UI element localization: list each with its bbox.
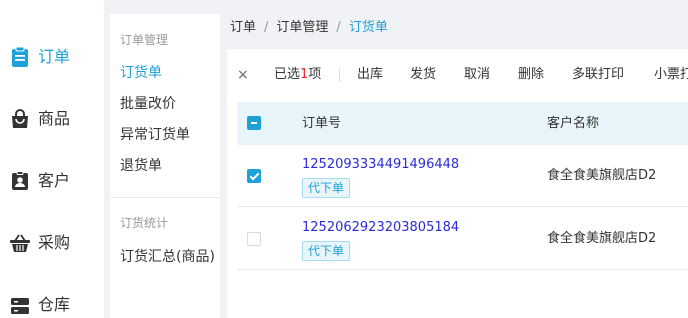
multi-print-button[interactable]: 多联打印 — [572, 61, 624, 89]
sub-nav-item-order-list[interactable]: 订货单 — [120, 63, 216, 83]
ship-button[interactable]: 发货 — [410, 61, 436, 89]
customer-name: 食全食美旗舰店D2 — [547, 168, 657, 183]
sub-nav-item-abnormal-orders[interactable]: 异常订货单 — [120, 125, 216, 145]
table-row: 1252062923203805184 代下单 食全食美旗舰店D2 — [237, 208, 688, 270]
column-header-customer: 客户名称 — [547, 116, 600, 131]
sub-nav-group-title: 订货统计 — [120, 216, 169, 230]
main-nav-label: 仓库 — [38, 295, 71, 314]
main-nav-item-orders[interactable]: 订单 — [0, 37, 104, 77]
selected-prefix: 已选 — [274, 67, 301, 82]
toolbar-divider — [339, 68, 340, 82]
table-row: 1252093334491496448 代下单 食全食美旗舰店D2 — [237, 145, 688, 207]
contact-card-icon — [12, 171, 28, 190]
proxy-order-badge: 代下单 — [302, 178, 351, 198]
content-panel: × 已选1项 出库 发货 取消 删除 多联打印 小票打印 订单号 客户名称 12… — [227, 49, 688, 318]
sub-nav-group-title: 订单管理 — [120, 33, 169, 47]
shopping-bag-icon — [12, 109, 28, 128]
selected-count-text: 已选1项 — [274, 61, 321, 89]
main-nav-label: 客户 — [38, 171, 71, 190]
main-nav-item-products[interactable]: 商品 — [0, 99, 104, 139]
breadcrumb-current: 订货单 — [348, 20, 388, 35]
customer-name: 食全食美旗舰店D2 — [547, 231, 657, 246]
main-nav-label: 采购 — [38, 233, 71, 252]
main-nav-item-customers[interactable]: 客户 — [0, 161, 104, 201]
stock-out-button[interactable]: 出库 — [357, 61, 383, 89]
select-all-checkbox[interactable] — [247, 116, 261, 130]
breadcrumb: 订单 / 订单管理 / 订货单 — [230, 18, 388, 38]
row-checkbox[interactable] — [247, 169, 261, 183]
breadcrumb-item[interactable]: 订单 — [230, 20, 256, 35]
selected-suffix: 项 — [308, 67, 322, 82]
sub-nav-item-returns[interactable]: 退货单 — [120, 156, 216, 176]
close-icon[interactable]: × — [237, 61, 249, 89]
receipt-print-button[interactable]: 小票打印 — [654, 61, 688, 89]
row-checkbox[interactable] — [247, 232, 261, 246]
column-header-order-no: 订单号 — [302, 116, 342, 131]
batch-toolbar: × 已选1项 出库 发货 取消 删除 多联打印 小票打印 — [227, 61, 688, 89]
breadcrumb-separator: / — [336, 20, 341, 35]
warehouse-icon — [11, 298, 29, 314]
main-nav-item-purchasing[interactable]: 采购 — [0, 223, 104, 263]
main-nav: 订单 商品 客户 采购 仓库 — [0, 0, 104, 318]
sub-nav-item-batch-price[interactable]: 批量改价 — [120, 94, 216, 114]
delete-button[interactable]: 删除 — [518, 61, 544, 89]
order-number-link[interactable]: 1252062923203805184 — [302, 219, 459, 237]
table-header: 订单号 客户名称 — [237, 102, 688, 145]
sub-nav: 订单管理 订货单 批量改价 异常订货单 退货单 订货统计 订货汇总(商品) — [110, 14, 220, 318]
sub-nav-divider — [110, 197, 220, 198]
breadcrumb-item[interactable]: 订单管理 — [276, 20, 328, 35]
cancel-button[interactable]: 取消 — [464, 61, 490, 89]
main-nav-item-warehouse[interactable]: 仓库 — [0, 285, 104, 318]
main-nav-label: 订单 — [38, 47, 71, 66]
breadcrumb-separator: / — [264, 20, 269, 35]
order-number-link[interactable]: 1252093334491496448 — [302, 156, 459, 174]
clipboard-icon — [12, 46, 28, 67]
main-nav-label: 商品 — [38, 109, 71, 128]
basket-icon — [10, 234, 30, 252]
sub-nav-item-order-summary[interactable]: 订货汇总(商品) — [120, 247, 216, 267]
proxy-order-badge: 代下单 — [302, 241, 351, 261]
